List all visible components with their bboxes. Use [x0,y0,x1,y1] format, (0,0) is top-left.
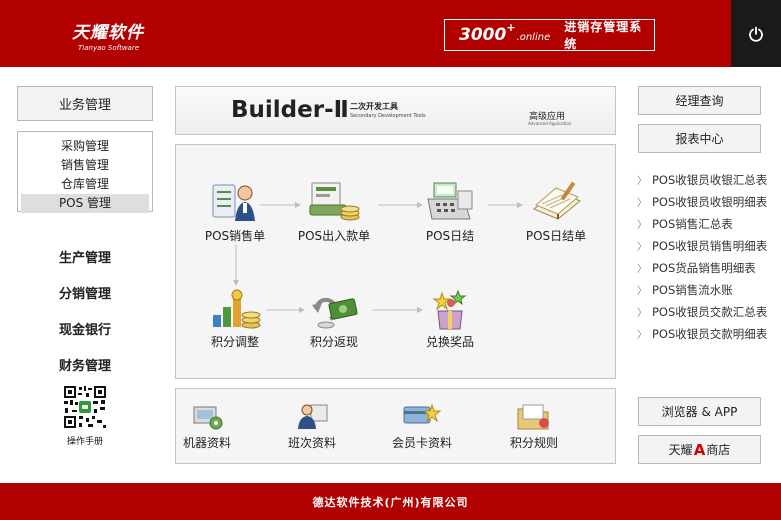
flow-node-label: 积分返现 [309,335,358,349]
gift-box-icon [432,289,467,330]
chevron-right-icon: 〉 [637,286,647,297]
chevron-right-icon: 〉 [637,330,647,341]
logout-button[interactable] [731,0,781,67]
business-submenu: 采购管理 销售管理 仓库管理 POS 管理 [17,131,153,213]
tool-label: 机器资料 [182,436,231,450]
flow-node-pos-daily-close-sheet[interactable]: POS日结单 [508,179,604,244]
banner-subtitle-en: Secondary Development Tools [350,113,426,119]
manager-query-button[interactable]: 经理查询 [638,86,761,115]
tool-shift-info[interactable]: 班次资料 [272,401,352,451]
cash-back-icon [312,297,358,329]
flow-node-label: POS出入款单 [297,229,371,243]
report-link-goods-sales-detail[interactable]: 〉 POS货品销售明细表 [637,260,781,282]
chevron-right-icon: 〉 [637,220,647,231]
report-link-sales-summary[interactable]: 〉 POS销售汇总表 [637,216,781,238]
money-stack-icon [309,182,360,221]
power-icon [749,26,763,42]
app-footer: 德达软件技术(广州)有限公司 [0,483,781,520]
browser-app-button[interactable]: 浏览器 & APP [638,397,761,426]
chevron-right-icon: 〉 [637,264,647,275]
sidebar-item-cash-bank[interactable]: 现金银行 [17,319,153,338]
product-version-number: 3000 [459,25,507,45]
flow-node-label: 积分调整 [210,335,259,349]
flow-node-points-adjust[interactable]: 积分调整 [187,289,283,350]
tool-points-rules[interactable]: 积分规则 [494,401,574,451]
flow-node-label: POS销售单 [204,229,266,243]
banner-advanced-en: Advanced Application [528,121,572,126]
tool-label: 积分规则 [509,436,558,450]
chevron-right-icon: 〉 [637,176,647,187]
mall-button[interactable]: 天耀 A 商店 [638,435,761,464]
flow-node-pos-daily-close[interactable]: POS日结 [402,179,498,244]
sidebar-item-finance[interactable]: 财务管理 [17,355,153,374]
submenu-item-purchase[interactable]: 采购管理 [21,137,149,156]
flow-node-label: POS日结 [425,229,475,243]
chevron-right-icon: 〉 [637,242,647,253]
company-name: 德达软件技术(广州)有限公司 [312,495,469,509]
tool-label: 会员卡资料 [391,436,452,450]
logo-text-cn: 天耀软件 [72,23,144,43]
submenu-item-pos[interactable]: POS 管理 [21,194,149,213]
flow-node-pos-sales[interactable]: POS销售单 [187,179,283,244]
report-center-button[interactable]: 报表中心 [638,124,761,153]
report-link-cashier-summary[interactable]: 〉 POS收银员收银汇总表 [637,172,781,194]
sidebar-header-business[interactable]: 业务管理 [17,86,153,121]
product-version-suffix: .online [516,32,551,43]
mall-label-post: 商店 [706,443,731,457]
folder-rules-icon [517,404,549,430]
notebook-icon [533,181,581,220]
pos-flow-panel: POS销售单 POS出入款单 POS日结 POS日结单 积分调整 积分返现 兑换… [175,144,616,379]
tool-label: 班次资料 [287,436,336,450]
banner-subtitle-cn: 二次开发工具 [350,102,398,111]
flow-node-redeem-prize[interactable]: 兑换奖品 [402,289,498,350]
product-title-box: 3000 + .online 进销存管理系统 [444,19,655,51]
report-link-cashier-sales-detail[interactable]: 〉 POS收银员销售明细表 [637,238,781,260]
qr-code-icon[interactable] [63,385,107,429]
submenu-item-sales[interactable]: 销售管理 [21,156,149,175]
qr-code-label[interactable]: 操作手册 [48,434,122,447]
banner-title: Builder-Ⅱ [231,97,349,123]
report-link-payment-summary[interactable]: 〉 POS收银员交款汇总表 [637,304,781,326]
chevron-right-icon: 〉 [637,198,647,209]
tool-member-card-info[interactable]: 会员卡资料 [382,401,462,451]
report-link-sales-journal[interactable]: 〉 POS销售流水账 [637,282,781,304]
app-header: 天耀软件 Tianyao Software 3000 + .online 进销存… [0,0,781,67]
builder-banner[interactable]: Builder-Ⅱ 二次开发工具 Secondary Development T… [175,86,616,135]
cashier-person-icon [212,184,255,221]
report-link-payment-detail[interactable]: 〉 POS收银员交款明细表 [637,326,781,348]
flow-node-points-cashback[interactable]: 积分返现 [286,289,382,350]
chevron-right-icon: 〉 [637,308,647,319]
flow-node-label: POS日结单 [525,229,587,243]
staff-shift-icon [298,404,328,429]
coins-chart-icon [213,289,261,329]
report-list: 〉 POS收银员收银汇总表 〉 POS收银员收银明细表 〉 POS销售汇总表 〉 POS… [637,172,781,348]
tool-machine-info[interactable]: 机器资料 [176,401,247,451]
member-card-icon [403,403,442,424]
flow-node-label: 兑换奖品 [425,335,474,349]
pos-machine-icon [427,182,473,220]
product-name: 进销存管理系统 [564,20,643,51]
sidebar-item-distribution[interactable]: 分销管理 [17,283,153,302]
pos-tools-panel: 机器资料 班次资料 会员卡资料 积分规则 [175,388,616,464]
mall-label-pre: 天耀 [668,443,693,457]
submenu-item-warehouse[interactable]: 仓库管理 [21,175,149,194]
logo-text-en: Tianyao Software [78,44,140,52]
report-link-cashier-detail[interactable]: 〉 POS收银员收银明细表 [637,194,781,216]
company-logo: 天耀软件 Tianyao Software [72,18,144,52]
machine-gear-icon [193,406,223,430]
mall-logo-letter: A [693,440,706,459]
product-version-plus: + [506,20,516,34]
flow-node-pos-cash-inout[interactable]: POS出入款单 [286,179,382,244]
sidebar-item-production[interactable]: 生产管理 [17,247,153,266]
